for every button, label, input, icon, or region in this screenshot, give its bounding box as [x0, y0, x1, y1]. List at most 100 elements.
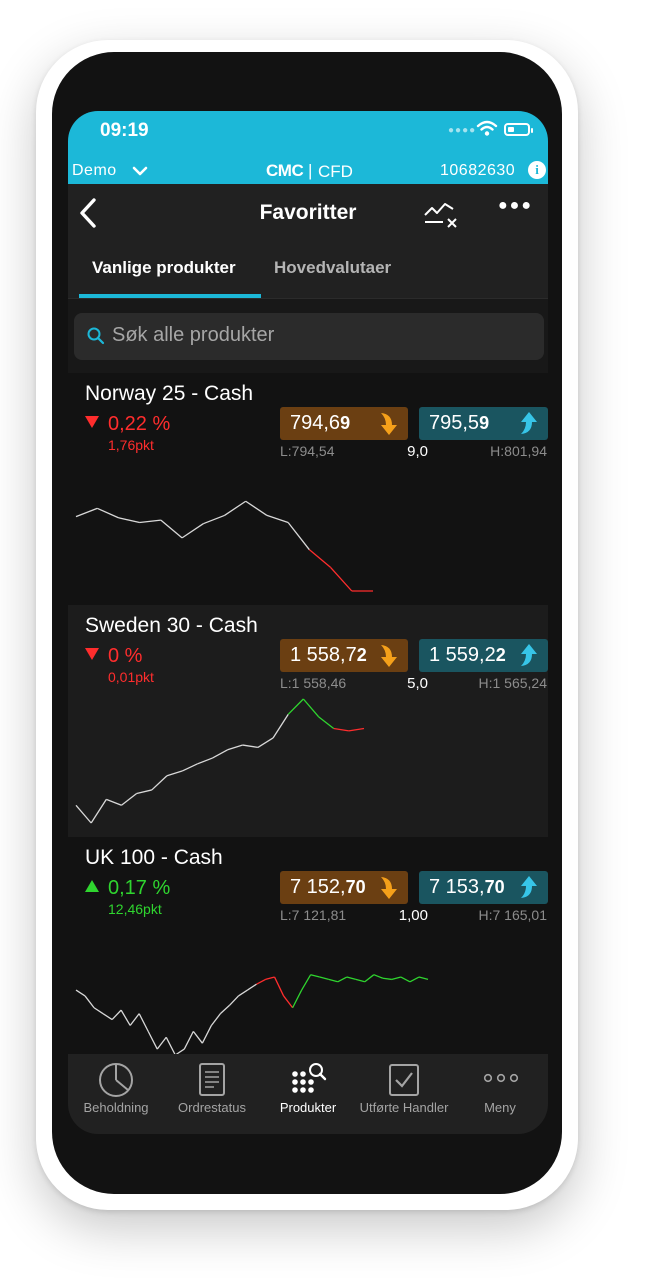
sparkline-segment	[121, 792, 138, 806]
sparkline-segment	[129, 1013, 140, 1026]
sparkline-segment	[242, 744, 258, 749]
nav-label: Beholdning	[83, 1100, 149, 1115]
sell-arrow-icon	[381, 413, 397, 435]
sparkline-segment	[197, 757, 213, 765]
sparkline-segment	[382, 977, 392, 981]
more-dots-icon	[483, 1073, 519, 1083]
nav-produkter[interactable]: Produkter	[260, 1054, 356, 1134]
sparkline-segment	[257, 737, 274, 748]
product-card-sweden-30[interactable]: Sweden 30 - Cash 0 % 0,01pkt 1 558,72 1 …	[68, 605, 548, 837]
bottom-navigation: Beholdning Ordrestatus Produkter Utførte…	[68, 1054, 548, 1134]
sell-button[interactable]: 7 152,70	[280, 871, 408, 904]
sparkline-segment	[203, 514, 225, 525]
search-input[interactable]	[112, 324, 512, 347]
chevron-down-icon[interactable]	[132, 165, 148, 177]
sparkline-segment	[118, 517, 140, 524]
buy-button[interactable]: 1 559,22	[419, 639, 548, 672]
sparkline-segment	[400, 976, 411, 983]
tab-vanlige-produkter[interactable]: Vanlige produkter	[92, 258, 236, 278]
high-price: H:7 165,01	[478, 907, 548, 923]
sparkline-segment	[328, 978, 338, 983]
sparkline-segment	[318, 716, 335, 730]
change-percent: 0,22 %	[85, 413, 170, 436]
sparkline-segment	[156, 1036, 167, 1050]
status-time: 09:19	[100, 120, 149, 141]
chart-off-icon[interactable]	[423, 199, 459, 231]
account-mode[interactable]: Demo	[72, 162, 117, 180]
sparkline-segment	[373, 974, 384, 979]
sparkline-segment	[292, 989, 303, 1009]
buy-button[interactable]: 7 153,70	[419, 871, 548, 904]
signal-icon: ●●●●	[448, 125, 477, 136]
down-triangle-icon	[85, 648, 99, 660]
sparkline-segment	[183, 1031, 194, 1050]
status-account-bar: 09:19 ●●●● Demo CMC | CFD 10682630 i	[68, 111, 548, 184]
sparkline-chart	[75, 500, 373, 592]
sparkline-segment	[147, 1031, 158, 1050]
buy-price: 1 559,22	[429, 644, 506, 666]
sparkline-segment	[418, 976, 429, 981]
sparkline-segment	[346, 976, 356, 981]
page-header: Favoritter ●●● Vanlige produkter Hovedva…	[68, 184, 548, 298]
sparkline-segment	[181, 763, 198, 772]
nav-utforte-handler[interactable]: Utførte Handler	[356, 1054, 452, 1134]
search-box[interactable]	[74, 313, 544, 360]
sparkline-segment	[364, 974, 375, 983]
sell-arrow-icon	[381, 645, 397, 667]
down-triangle-icon	[85, 416, 99, 428]
sparkline-segment	[409, 976, 420, 983]
nav-beholdning[interactable]: Beholdning	[68, 1054, 164, 1134]
sparkline-segment	[265, 976, 275, 981]
brand-logo: CMC	[266, 161, 304, 180]
product-name: UK 100 - Cash	[85, 846, 223, 869]
sparkline-segment	[238, 989, 248, 997]
buy-button[interactable]: 795,59	[419, 407, 548, 440]
product-name: Sweden 30 - Cash	[85, 614, 258, 637]
up-triangle-icon	[85, 880, 99, 892]
nav-ordrestatus[interactable]: Ordrestatus	[164, 1054, 260, 1134]
buy-arrow-icon	[521, 644, 537, 666]
sparkline-segment	[75, 804, 92, 824]
spread: 9,0	[407, 443, 428, 460]
nav-meny[interactable]: Meny	[452, 1054, 548, 1134]
page-title: Favoritter	[259, 201, 357, 224]
sparkline-segment	[245, 500, 268, 516]
high-price: H:1 565,24	[478, 675, 548, 691]
sparkline-segment	[75, 507, 98, 518]
account-number: 10682630	[440, 162, 516, 179]
sparkline-segment	[287, 522, 310, 551]
sparkline-segment	[310, 974, 320, 978]
sparkline-segment	[120, 1009, 131, 1026]
sparkline-segment	[102, 1013, 113, 1021]
sparkline-segment	[166, 770, 183, 777]
sparkline-segment	[160, 519, 183, 539]
sparkline-segment	[247, 983, 257, 991]
sparkline-segment	[90, 799, 107, 824]
sparkline-segment	[337, 976, 348, 983]
sparkline-segment	[165, 1036, 176, 1056]
sparkline-segment	[219, 1004, 230, 1015]
spread: 5,0	[407, 675, 428, 692]
search-section	[68, 298, 548, 374]
products-search-icon	[292, 1063, 327, 1093]
nav-label: Utførte Handler	[359, 1100, 449, 1115]
sparkline-chart	[75, 698, 365, 824]
product-card-norway-25[interactable]: Norway 25 - Cash 0,22 % 1,76pkt 794,69 7…	[68, 373, 548, 605]
info-icon[interactable]: i	[528, 161, 546, 179]
sparkline-segment	[111, 1009, 122, 1021]
sparkline-segment	[287, 698, 304, 715]
sell-price: 1 558,72	[290, 644, 367, 666]
more-options-icon[interactable]: ●●●	[498, 197, 533, 215]
sell-button[interactable]: 794,69	[280, 407, 408, 440]
tab-hovedvalutaer[interactable]: Hovedvalutaer	[274, 258, 391, 278]
app-screen: 09:19 ●●●● Demo CMC | CFD 10682630 i Fav…	[68, 111, 548, 1134]
sparkline-segment	[273, 976, 285, 997]
buy-arrow-icon	[521, 412, 537, 434]
sparkline-segment	[302, 698, 320, 718]
sparkline-segment	[151, 775, 168, 791]
sparkline-segment	[391, 976, 402, 981]
sparkline-segment	[348, 727, 365, 732]
sell-button[interactable]: 1 558,72	[280, 639, 408, 672]
product-card-uk-100[interactable]: UK 100 - Cash 0,17 % 12,46pkt 7 152,70 7…	[68, 837, 548, 1069]
sparkline-segment	[212, 749, 228, 759]
